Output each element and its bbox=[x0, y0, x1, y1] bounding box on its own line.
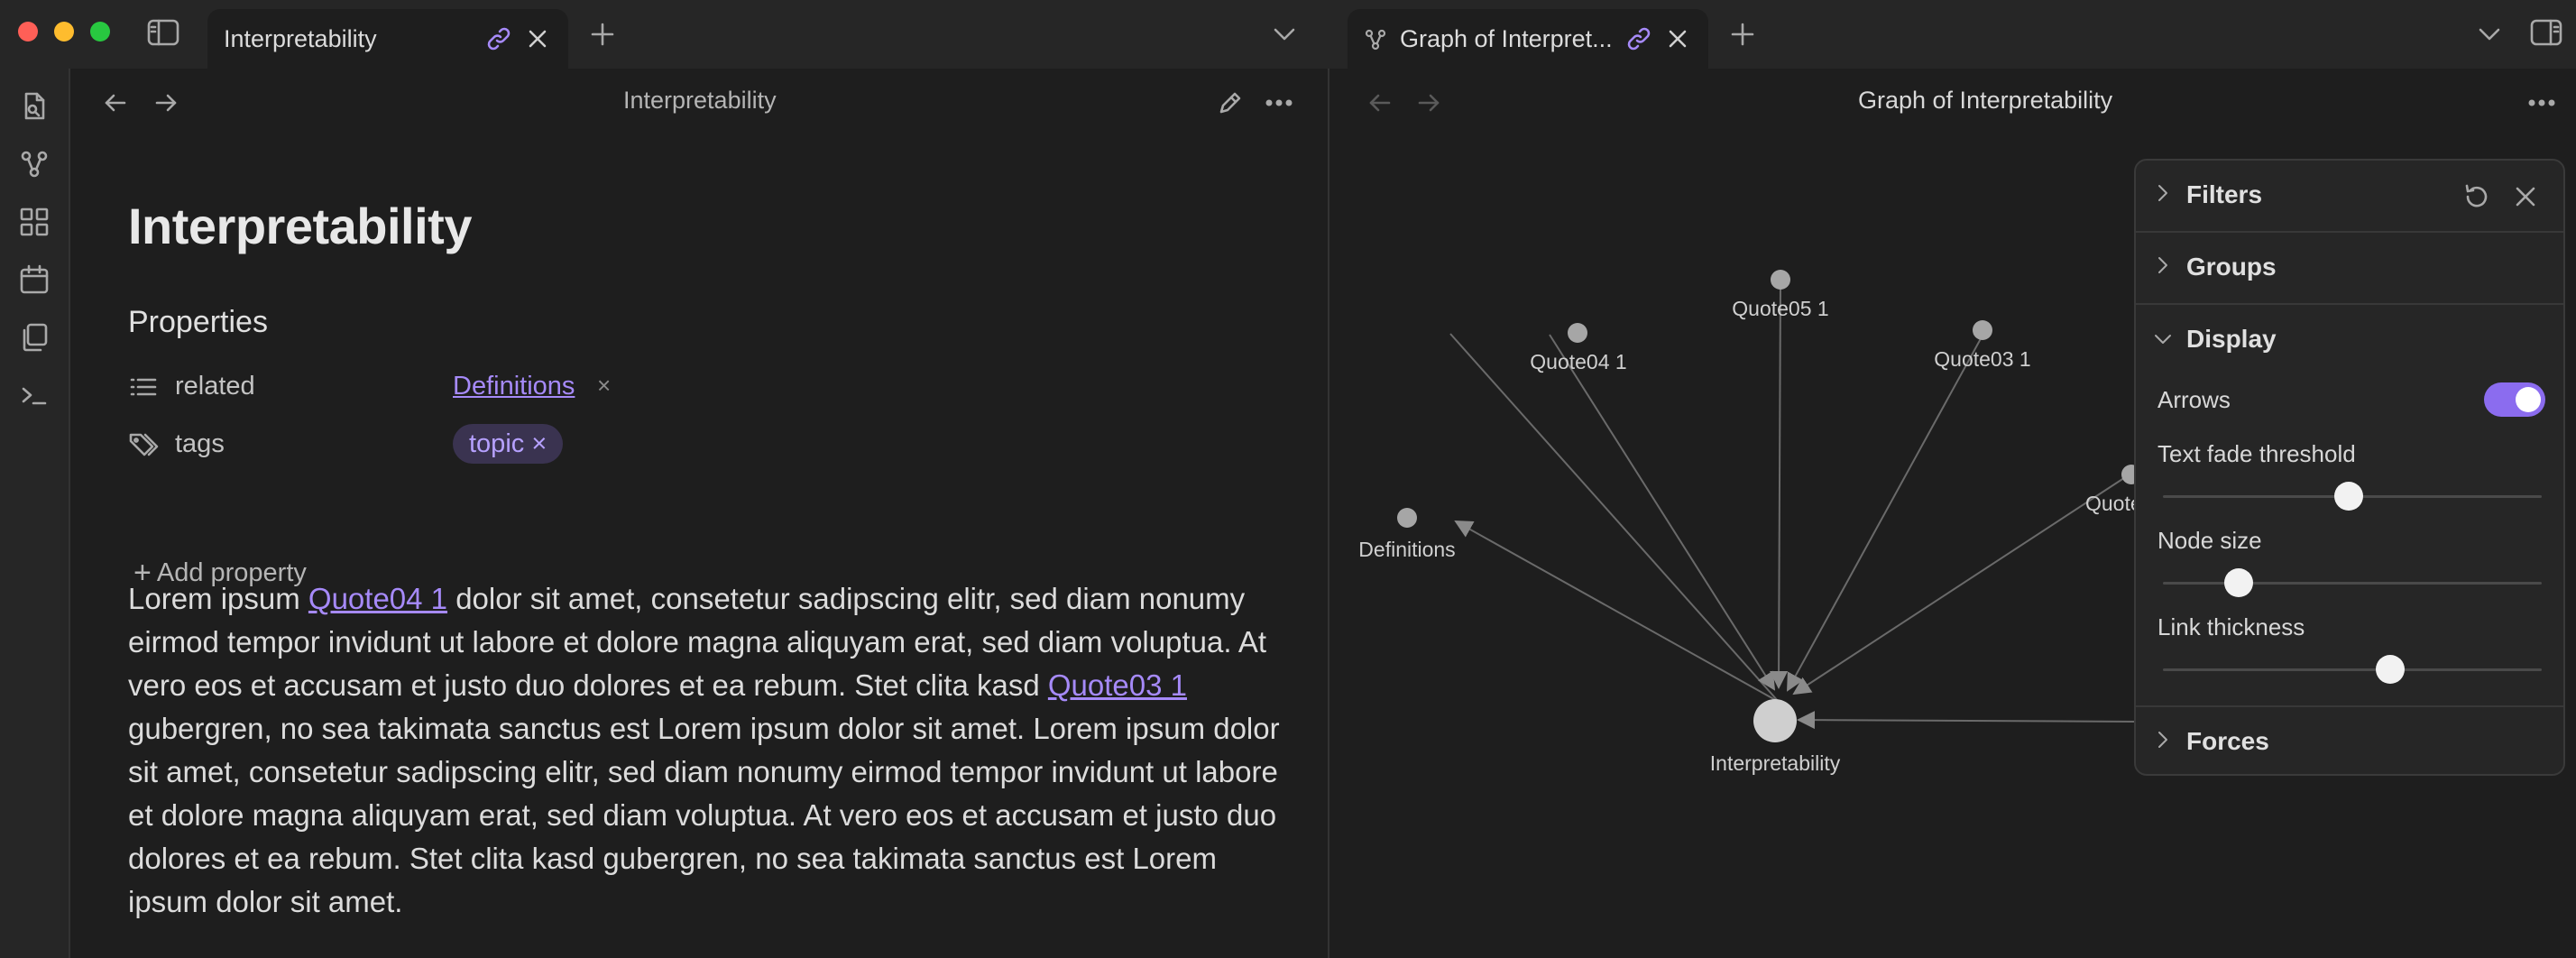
graph-view-icon[interactable] bbox=[11, 141, 58, 188]
view-header-title[interactable]: Interpretability bbox=[623, 87, 777, 115]
graph-edge bbox=[1449, 333, 1780, 703]
note-pane: Interpretability Interpretability Proper… bbox=[70, 69, 1328, 958]
graph-node-definitions[interactable] bbox=[1397, 508, 1417, 528]
tag-label: topic bbox=[469, 429, 525, 458]
text-fade-threshold-label: Text fade threshold bbox=[2157, 440, 2356, 467]
filters-title: Filters bbox=[2186, 180, 2263, 208]
link-icon bbox=[1624, 25, 1654, 52]
graph-node-label: Quote05 1 bbox=[1732, 297, 1828, 320]
minimize-window-button[interactable] bbox=[54, 22, 74, 41]
tags-icon[interactable] bbox=[128, 429, 161, 460]
graph-edge bbox=[1770, 281, 1789, 689]
calendar-icon[interactable] bbox=[11, 256, 58, 303]
toggle-left-sidebar-icon[interactable] bbox=[143, 16, 184, 49]
property-row-related: related Definitions × bbox=[128, 364, 759, 410]
filters-section[interactable]: Filters bbox=[2136, 161, 2563, 231]
display-section[interactable]: Display bbox=[2136, 305, 2563, 375]
properties-heading[interactable]: Properties bbox=[128, 305, 268, 340]
chevron-right-icon bbox=[2154, 253, 2172, 278]
ribbon bbox=[0, 69, 70, 958]
list-icon[interactable] bbox=[128, 372, 159, 402]
graph-edge bbox=[1792, 472, 2133, 695]
graph-icon bbox=[1362, 27, 1389, 52]
graph-node-label: Interpretability bbox=[1710, 751, 1841, 775]
remove-value-icon[interactable]: × bbox=[597, 372, 611, 400]
graph-node-quote04[interactable] bbox=[1568, 323, 1587, 343]
toggle-right-sidebar-icon[interactable] bbox=[2525, 16, 2567, 49]
arrows-toggle[interactable] bbox=[2484, 382, 2545, 417]
graph-settings-panel: Filters Groups Display Arrows Text fade … bbox=[2134, 159, 2565, 776]
link-icon bbox=[483, 25, 514, 52]
tab-title: Interpretability bbox=[224, 25, 377, 52]
link-thickness-thumb[interactable] bbox=[2376, 655, 2405, 684]
groups-section[interactable]: Groups bbox=[2136, 233, 2563, 303]
new-tab-icon[interactable] bbox=[584, 18, 621, 51]
forces-title: Forces bbox=[2186, 727, 2269, 755]
property-link-definitions[interactable]: Definitions bbox=[453, 372, 575, 401]
terminal-icon[interactable] bbox=[11, 372, 58, 419]
chevron-right-icon bbox=[2154, 180, 2172, 206]
note-body[interactable]: Lorem ipsum Quote04 1 dolor sit amet, co… bbox=[128, 577, 1292, 924]
graph-node-label: Quote03 1 bbox=[1934, 347, 2030, 371]
tab-interpretability[interactable]: Interpretability bbox=[207, 9, 568, 69]
graph-edge bbox=[1797, 711, 2142, 730]
tab-title: Graph of Interpret... bbox=[1400, 25, 1613, 52]
arrows-label: Arrows bbox=[2157, 386, 2231, 413]
forward-arrow-icon[interactable] bbox=[148, 87, 184, 119]
canvas-icon[interactable] bbox=[11, 198, 58, 245]
title-bar: Interpretability Graph of Interpret... bbox=[0, 0, 2576, 69]
graph-edge bbox=[1454, 520, 1780, 703]
close-tab-icon[interactable] bbox=[523, 25, 552, 52]
link-thickness-slider[interactable] bbox=[2163, 668, 2542, 671]
graph-node-label: Quote04 1 bbox=[1530, 350, 1626, 373]
new-tab-icon[interactable] bbox=[1725, 18, 1761, 51]
chevron-down-icon bbox=[2152, 328, 2174, 350]
graph-node-quote05[interactable] bbox=[1771, 270, 1790, 290]
tab-list-chevron-down-icon[interactable] bbox=[2471, 18, 2507, 51]
property-key[interactable]: related bbox=[175, 372, 255, 401]
graph-node-quote03[interactable] bbox=[1973, 320, 1992, 340]
remove-tag-icon[interactable]: × bbox=[531, 429, 547, 458]
tab-list-chevron-down-icon[interactable] bbox=[1266, 18, 1302, 51]
link-thickness-label: Link thickness bbox=[2157, 613, 2305, 640]
tab-graph-of-interpretability[interactable]: Graph of Interpret... bbox=[1348, 9, 1708, 69]
close-icon[interactable] bbox=[2509, 180, 2542, 213]
graph-edge bbox=[1787, 333, 1984, 692]
note-title[interactable]: Interpretability bbox=[128, 197, 472, 255]
text-fade-threshold-thumb[interactable] bbox=[2334, 482, 2363, 511]
copy-icon[interactable] bbox=[11, 314, 58, 361]
internal-link-quote03[interactable]: Quote03 1 bbox=[1048, 668, 1187, 702]
more-options-icon[interactable] bbox=[1261, 85, 1297, 121]
chevron-right-icon bbox=[2154, 727, 2172, 752]
close-window-button[interactable] bbox=[18, 22, 38, 41]
restore-default-icon[interactable] bbox=[2459, 179, 2495, 215]
node-size-thumb[interactable] bbox=[2224, 568, 2253, 597]
internal-link-quote04[interactable]: Quote04 1 bbox=[308, 582, 447, 615]
body-text: Lorem ipsum bbox=[128, 582, 308, 615]
close-tab-icon[interactable] bbox=[1663, 25, 1692, 52]
groups-title: Groups bbox=[2186, 253, 2277, 281]
display-title: Display bbox=[2186, 325, 2277, 353]
body-text: gubergren, no sea takimata sanctus est L… bbox=[128, 712, 1280, 918]
graph-node-interpretability[interactable] bbox=[1753, 699, 1797, 742]
toggle-knob bbox=[2516, 387, 2541, 412]
graph-node-label: Definitions bbox=[1358, 538, 1455, 561]
back-arrow-icon[interactable] bbox=[97, 87, 133, 119]
property-key[interactable]: tags bbox=[175, 429, 225, 459]
node-size-label: Node size bbox=[2157, 527, 2262, 554]
node-size-slider[interactable] bbox=[2163, 582, 2542, 585]
property-row-tags: tags topic × bbox=[128, 422, 759, 467]
tag-pill-topic[interactable]: topic × bbox=[453, 424, 564, 464]
zoom-window-button[interactable] bbox=[90, 22, 110, 41]
file-switcher-icon[interactable] bbox=[11, 83, 58, 130]
edit-pencil-icon[interactable] bbox=[1212, 85, 1248, 121]
forces-section[interactable]: Forces bbox=[2136, 707, 2563, 774]
